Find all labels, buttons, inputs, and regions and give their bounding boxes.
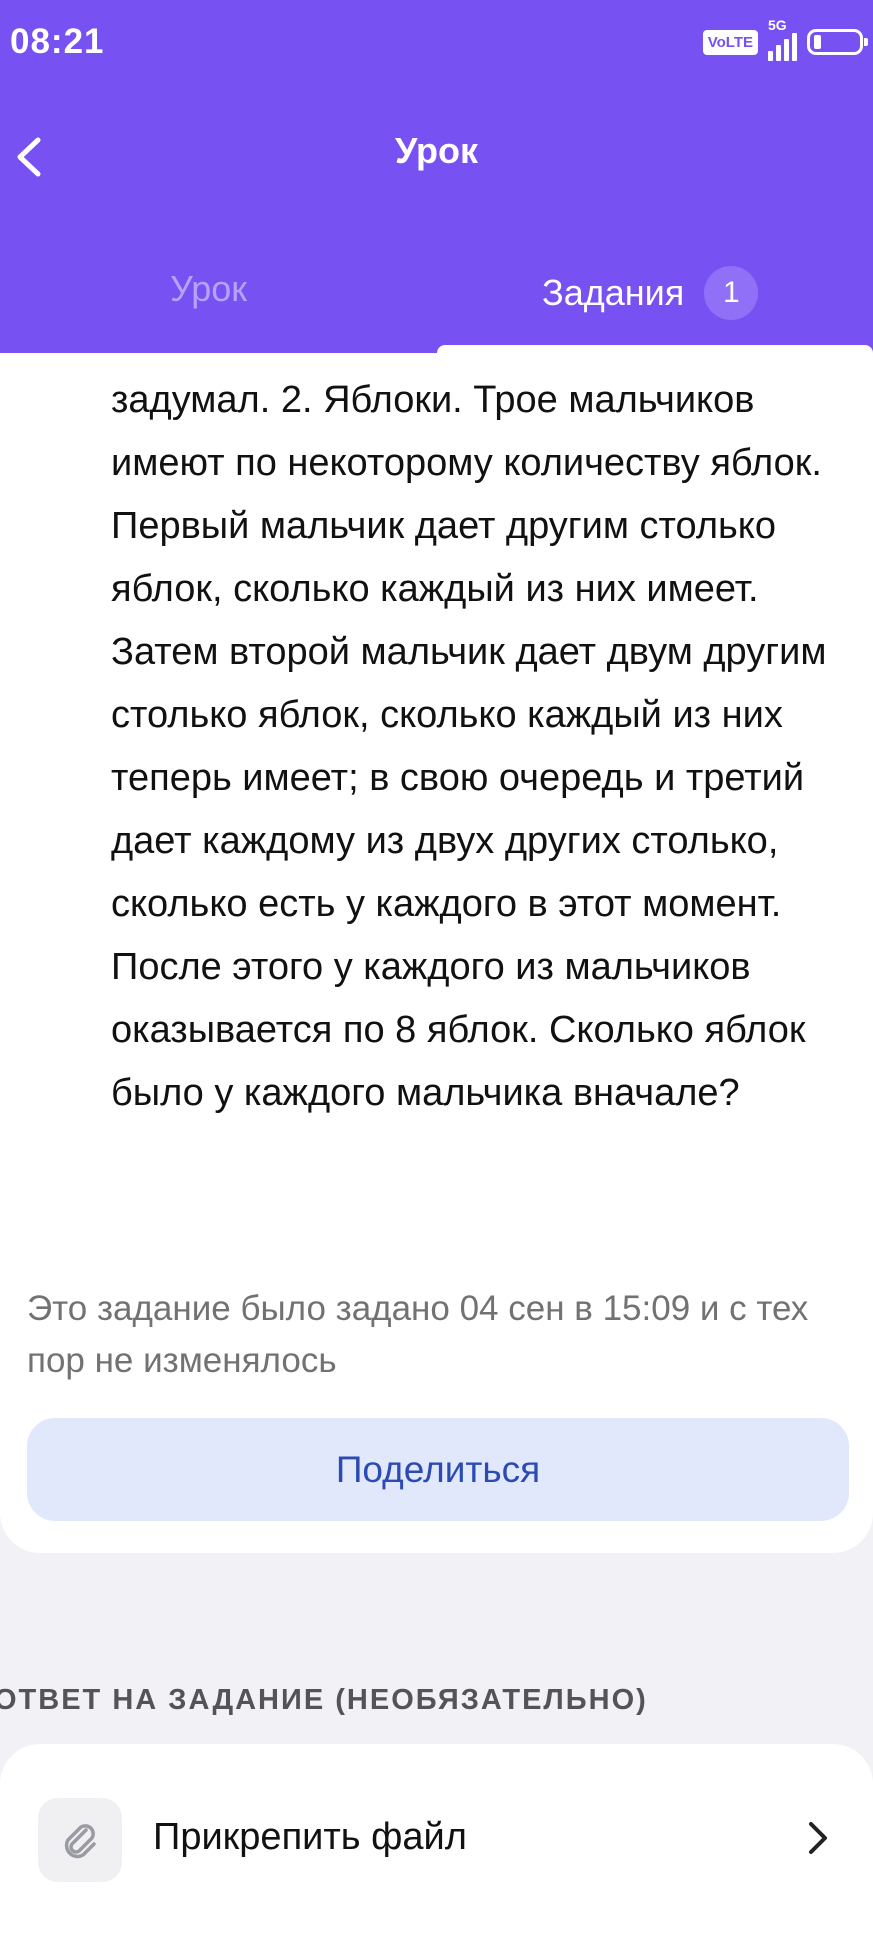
task-text: задумал. 2. Яблоки. Трое мальчиков имеют… — [111, 379, 827, 1114]
paperclip-icon — [38, 1798, 122, 1882]
task-meta: Это задание было задано 04 сен в 15:09 и… — [27, 1289, 809, 1380]
status-icons: VoLTE 5G — [702, 17, 868, 62]
page-title: Урок — [394, 130, 479, 171]
attach-file-label: Прикрепить файл — [153, 1816, 467, 1858]
signal-icon: 5G — [768, 17, 797, 61]
chevron-right-icon — [809, 1822, 827, 1854]
status-time: 08:21 — [10, 22, 105, 61]
tab-tasks[interactable]: Задания 1 — [542, 266, 759, 320]
volte-icon: VoLTE — [702, 29, 758, 55]
answer-section-label: ОТВЕТ НА ЗАДАНИЕ (НЕОБЯЗАТЕЛЬНО) — [0, 1684, 648, 1716]
tab-indicator — [437, 345, 873, 353]
task-card: задумал. 2. Яблоки. Трое мальчиков имеют… — [0, 353, 873, 1553]
battery-icon — [807, 29, 868, 55]
share-button[interactable]: Поделиться — [27, 1418, 849, 1521]
tab-lesson[interactable]: Урок — [170, 268, 247, 310]
attach-file-row[interactable]: Прикрепить файл — [0, 1744, 873, 1944]
network-type: 5G — [768, 17, 787, 33]
app-header: 08:21 VoLTE 5G Урок Урок Задания 1 — [0, 0, 873, 353]
tab-tasks-label: Задания — [542, 272, 685, 313]
tab-tasks-badge: 1 — [704, 266, 759, 320]
